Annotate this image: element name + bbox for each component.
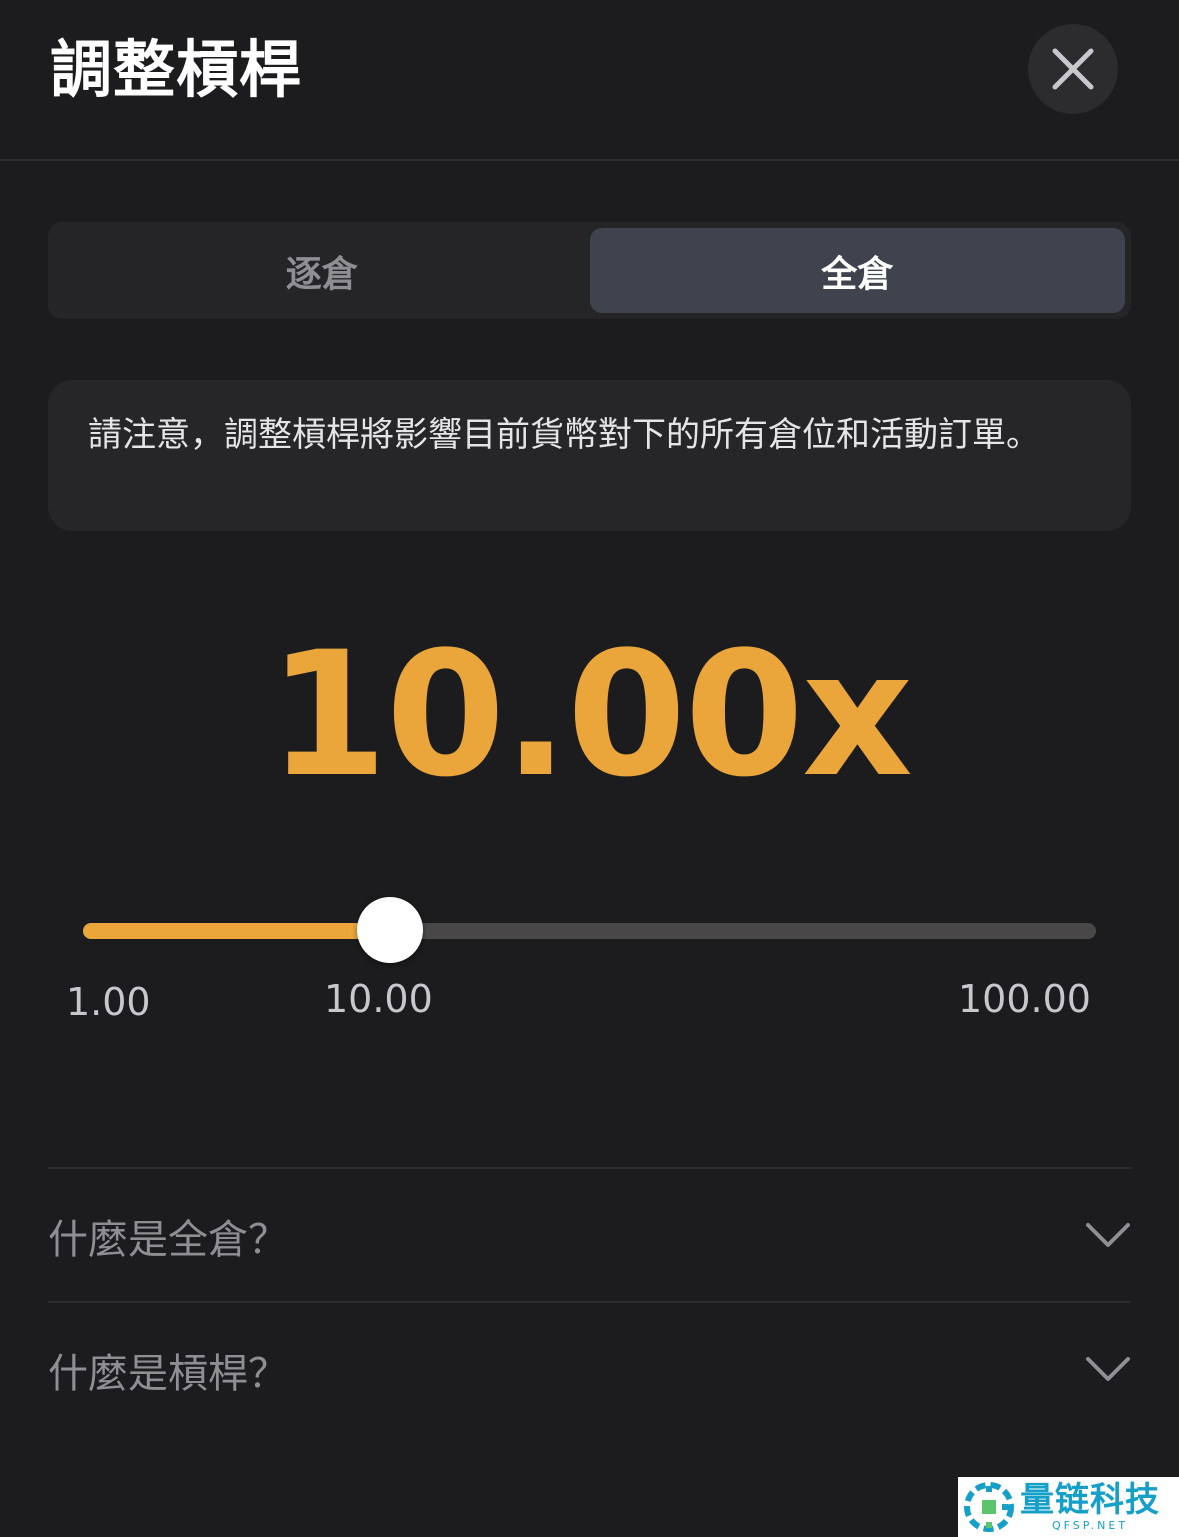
- slider-max-label: 100.00: [958, 977, 1091, 1021]
- watermark: 量链科技 QFSP.NET: [958, 1477, 1179, 1537]
- tab-cross-margin[interactable]: 全倉: [589, 228, 1125, 313]
- leverage-sheet: 調整槓桿 逐倉 全倉 請注意，調整槓桿將影響目前貨幣對下的所有倉位和活動訂單。 …: [0, 0, 1179, 1537]
- sheet-header: 調整槓桿: [0, 0, 1179, 161]
- close-button[interactable]: [1028, 24, 1118, 114]
- watermark-name: 量链科技: [1020, 1480, 1160, 1520]
- divider: [48, 1167, 1131, 1169]
- margin-mode-selector: 逐倉 全倉: [48, 222, 1131, 319]
- close-icon: [1052, 48, 1094, 90]
- faq-item-cross-margin[interactable]: 什麼是全倉？: [48, 1170, 1131, 1302]
- page-title: 調整槓桿: [50, 33, 303, 106]
- slider-current-label: 10.00: [324, 977, 433, 1021]
- slider-min-label: 1.00: [66, 980, 151, 1024]
- faq-question: 什麼是槓桿？: [48, 1351, 288, 1397]
- chevron-down-icon: [1086, 1357, 1130, 1381]
- leverage-value: 10.00x: [268, 614, 913, 815]
- tab-isolated-margin[interactable]: 逐倉: [54, 228, 590, 313]
- chevron-down-icon: [1086, 1223, 1130, 1247]
- watermark-logo-icon: [964, 1482, 1014, 1532]
- faq-question: 什麼是全倉？: [48, 1217, 288, 1263]
- leverage-notice: 請注意，調整槓桿將影響目前貨幣對下的所有倉位和活動訂單。: [48, 380, 1131, 531]
- leverage-slider[interactable]: [83, 897, 1096, 963]
- slider-fill: [83, 923, 390, 939]
- watermark-sub: QFSP.NET: [1051, 1519, 1129, 1532]
- divider: [48, 1301, 1131, 1303]
- slider-thumb[interactable]: [356, 897, 423, 963]
- faq-item-leverage[interactable]: 什麼是槓桿？: [48, 1304, 1131, 1436]
